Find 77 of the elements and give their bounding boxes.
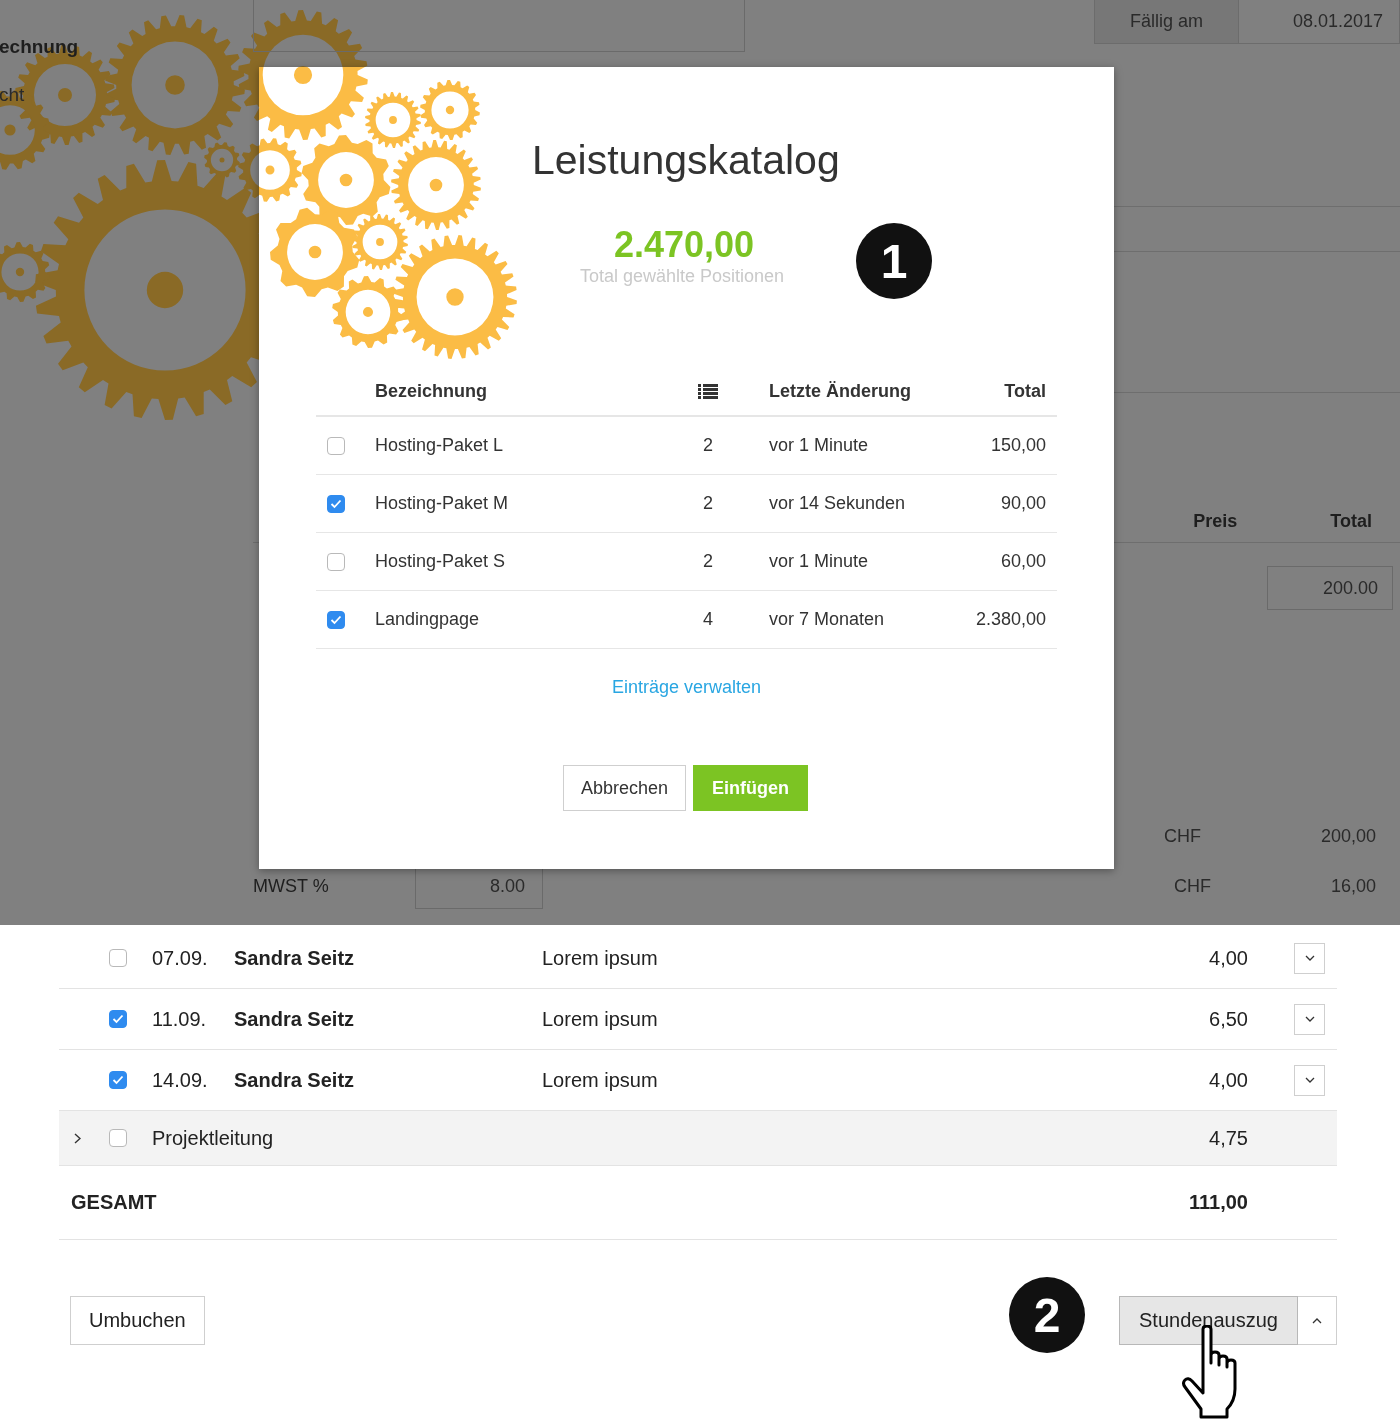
chevron-up-icon <box>1312 1317 1322 1324</box>
table-cell-text: 2 <box>702 493 714 514</box>
checkbox[interactable] <box>327 494 345 513</box>
column-header: Bezeichnung <box>375 380 488 402</box>
amount-value: 200,00 <box>1320 826 1376 847</box>
currency-label: CHF <box>1173 876 1211 897</box>
timesheet-button[interactable]: Stundenauszug <box>1119 1296 1298 1345</box>
table-cell-text: Hosting-Paket L <box>375 435 505 456</box>
table-cell-text: 2.380,00 <box>974 609 1047 630</box>
hours-value: 4,75 <box>1208 1126 1248 1150</box>
column-header: Total <box>1003 380 1047 402</box>
chevron-down-icon <box>1304 955 1315 961</box>
dialog-title: Leistungskatalog <box>532 136 841 185</box>
checkbox[interactable] <box>327 436 345 455</box>
amount-value: 16,00 <box>1330 876 1376 897</box>
insert-button[interactable]: Einfügen <box>693 765 809 811</box>
column-header: Total <box>1330 511 1372 532</box>
checkbox[interactable] <box>109 1010 127 1028</box>
total-amount: 2.470,00 <box>614 225 755 265</box>
cancel-button[interactable]: Abbrechen <box>562 765 687 811</box>
dropdown-button[interactable] <box>1294 942 1325 974</box>
price-field[interactable]: 200.00 <box>1267 566 1393 610</box>
table-cell-text: 90,00 <box>999 493 1047 514</box>
description-cell-text: Lorem ipsum <box>542 946 659 970</box>
total-value: 111,00 <box>1189 1191 1248 1214</box>
checkbox[interactable] <box>327 552 345 571</box>
check-icon <box>330 614 342 625</box>
table-cell-text: vor 14 Sekunden <box>768 493 907 514</box>
checkbox[interactable] <box>109 1129 127 1147</box>
date-cell-text: 11.09. <box>152 1007 208 1031</box>
table-cell-text: 150,00 <box>989 435 1047 456</box>
chevron-down-icon <box>1304 1016 1315 1022</box>
hours-value: 4,00 <box>1208 946 1248 970</box>
manage-link[interactable]: Einträge verwalten <box>611 677 762 698</box>
list-icon <box>698 383 718 399</box>
column-header: Preis <box>1193 511 1238 532</box>
total-label: GESAMT <box>71 1191 157 1214</box>
table-cell-text: vor 1 Minute <box>768 551 870 572</box>
table-cell-text: Hosting-Paket S <box>375 551 507 572</box>
step-badge: 2 <box>1009 1277 1085 1353</box>
checkbox[interactable] <box>109 1071 127 1089</box>
sidebar-item[interactable]: echnung <box>0 36 79 58</box>
vat-label: MWST % <box>253 876 330 897</box>
person-name: Sandra Seitz <box>234 1007 356 1031</box>
chevron-down-icon <box>1304 1077 1315 1083</box>
person-name: Sandra Seitz <box>234 1068 356 1092</box>
table-cell-text: 2 <box>702 551 714 572</box>
chevron-right-icon[interactable] <box>74 1132 81 1144</box>
group-label: Projektleitung <box>152 1126 275 1150</box>
description-cell-text: Lorem ipsum <box>542 1068 659 1092</box>
check-icon <box>112 1075 124 1085</box>
table-cell-text: 2 <box>702 435 714 456</box>
dropdown-button[interactable] <box>1294 1003 1325 1035</box>
table-cell-text: Landingpage <box>375 609 481 630</box>
due-date-value[interactable]: 08.01.2017 <box>1239 0 1399 43</box>
table-cell-text: Hosting-Paket M <box>375 493 510 514</box>
check-icon <box>330 498 342 509</box>
hours-value: 4,00 <box>1208 1068 1248 1092</box>
currency-label: CHF <box>1163 826 1201 847</box>
dropdown-button[interactable] <box>1294 1064 1325 1096</box>
date-cell-text: 07.09. <box>152 946 209 970</box>
due-date-label: Fällig am <box>1095 0 1239 43</box>
description-cell-text: Lorem ipsum <box>542 1007 659 1031</box>
table-cell-text: 60,00 <box>999 551 1047 572</box>
rebook-button[interactable]: Umbuchen <box>70 1296 205 1345</box>
checkbox[interactable] <box>327 610 345 629</box>
column-header: Letzte Änderung <box>768 380 912 402</box>
text-area[interactable] <box>253 0 745 52</box>
check-icon <box>112 1014 124 1024</box>
person-name: Sandra Seitz <box>234 946 356 970</box>
checkbox[interactable] <box>109 949 127 967</box>
caret-button[interactable] <box>1298 1296 1337 1345</box>
table-cell-text: vor 1 Minute <box>768 435 870 456</box>
date-cell-text: 14.09. <box>152 1068 209 1092</box>
table-cell-text: vor 7 Monaten <box>768 609 886 630</box>
table-cell-text: 4 <box>702 609 714 630</box>
hours-value: 6,50 <box>1208 1007 1248 1031</box>
